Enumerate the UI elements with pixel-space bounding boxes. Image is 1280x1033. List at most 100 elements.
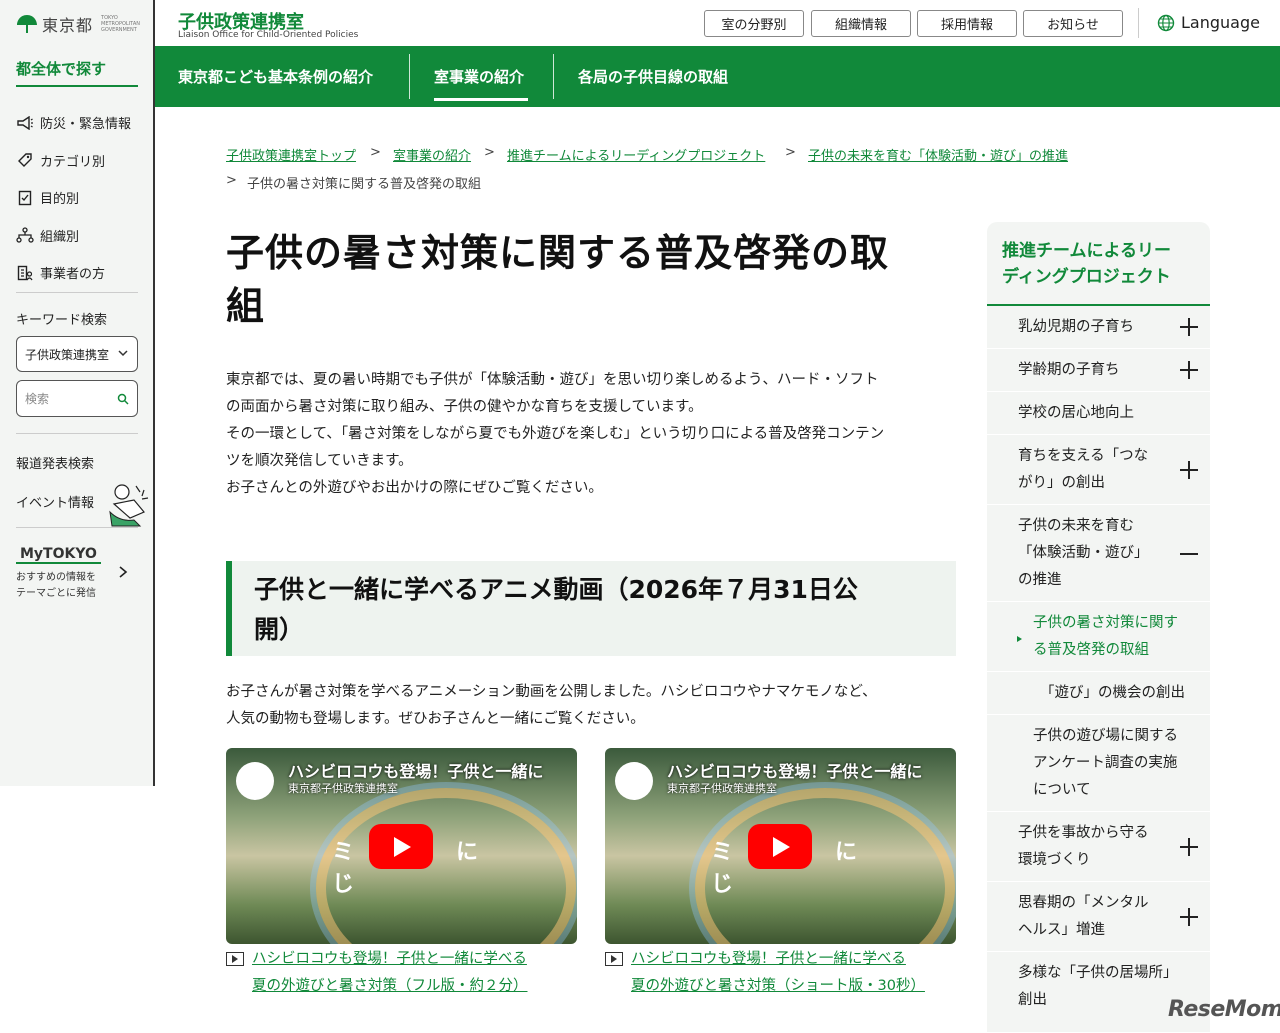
side-nav-label-line: 多様な「子供の居場所」 [1018, 965, 1178, 981]
play-button-icon[interactable] [748, 824, 812, 869]
side-nav-label: 育ちを支える「つな がり」の創出 [1018, 443, 1148, 497]
video-link-short[interactable]: ハシビロコウも登場！子供と一緒に学べる 夏の外遊びと暑さ対策（ショート版・30秒… [605, 946, 925, 1000]
left-nav-organization[interactable]: 組織別 [16, 217, 141, 255]
section-text: お子さんが暑さ対策を学べるアニメーション動画を公開しました。ハシビロコウやナマケ… [226, 679, 956, 733]
left-nav-disaster[interactable]: 防災・緊急情報 [16, 104, 141, 142]
video-channel: 東京都子供政策連携室 [288, 782, 398, 795]
side-nav-item[interactable]: 子供の遊び場に関する アンケート調査の実施 について [987, 715, 1210, 812]
breadcrumb-separator: > [484, 145, 495, 160]
scope-select[interactable]: 子供政策連携室 [16, 336, 138, 372]
video-link-line: ハシビロコウも登場！子供と一緒に学べる [631, 951, 906, 967]
search-all-heading[interactable]: 都全体で探す [16, 58, 138, 87]
side-nav-heading-line: 推進チームによるリー [1002, 241, 1171, 261]
left-nav-label: 目的別 [40, 192, 80, 208]
left-nav-label: 組織別 [40, 229, 80, 245]
section-heading-line: 子供と一緒に学べるアニメ動画（2026年７月31日公 [254, 575, 858, 604]
side-nav-label-line: の推進 [1018, 572, 1062, 588]
play-button-icon[interactable] [369, 824, 433, 869]
mytokyo-banner[interactable]: MyTOKYO おすすめの情報を テーマごとに発信 [16, 543, 128, 602]
intro-line: 東京都では、夏の暑い時期でも子供が「体験活動・遊び」を思い切り楽しめるよう、ハー… [226, 372, 879, 388]
plus-icon[interactable] [1180, 838, 1198, 856]
left-nav-label: 防災・緊急情報 [40, 117, 132, 133]
gnav-bureaus[interactable]: 各局の子供目線の取組 [578, 46, 728, 107]
breadcrumb-link[interactable]: 子供政策連携室トップ [226, 145, 356, 164]
video-embed-full[interactable]: ミズにじ ハシビロコウも登場！子供と一緒に 東京都子供政策連携室 [226, 748, 577, 944]
press-release-search-link[interactable]: 報道発表検索 [16, 453, 94, 472]
side-nav-item[interactable]: 学齢期の子育ち [987, 349, 1210, 392]
mytokyo-desc-line: テーマごとに発信 [16, 588, 96, 599]
side-nav-heading[interactable]: 推進チームによるリー ディングプロジェクト [1002, 238, 1197, 290]
page-title-line: 組 [226, 284, 266, 328]
mytokyo-desc-line: おすすめの情報を [16, 572, 96, 583]
side-nav-label: 子供の遊び場に関する アンケート調査の実施 について [1033, 723, 1178, 804]
ginkgo-icon [17, 15, 37, 33]
tokyo-logo[interactable]: 東京都 TOKYO METROPOLITAN GOVERNMENT [16, 12, 140, 36]
divider [16, 292, 138, 293]
intro-line: その一環として、「暑さ対策をしながら夏でも外遊びを楽しむ」という切り口による普及… [226, 426, 885, 442]
left-nav-category[interactable]: カテゴリ別 [16, 142, 141, 180]
mytokyo-logo: MyTOKYO [16, 546, 101, 564]
page-title-line: 子供の暑さ対策に関する普及啓発の取 [226, 231, 890, 275]
section-text-line: お子さんが暑さ対策を学べるアニメーション動画を公開しました。ハシビロコウやナマケ… [226, 684, 877, 700]
breadcrumb-link[interactable]: 室事業の紹介 [393, 145, 471, 164]
side-nav-item[interactable]: 育ちを支える「つな がり」の創出 [987, 435, 1210, 505]
side-nav-label: 子供の未来を育む 「体験活動・遊び」 の推進 [1018, 513, 1149, 594]
megaphone-icon [16, 115, 34, 131]
side-nav-item[interactable]: 子供の未来を育む 「体験活動・遊び」 の推進 [987, 505, 1210, 602]
plus-icon[interactable] [1180, 461, 1198, 479]
plus-icon[interactable] [1180, 318, 1198, 336]
side-nav-label: 子供を事故から守る 環境づくり [1018, 820, 1149, 874]
event-info-link[interactable]: イベント情報 [16, 492, 94, 511]
header-button-news[interactable]: お知らせ [1023, 10, 1123, 37]
logo-name: 東京都 [42, 16, 94, 35]
tag-icon [16, 152, 34, 168]
search-placeholder: 検索 [25, 392, 50, 406]
search-icon[interactable] [117, 393, 129, 405]
breadcrumb-link[interactable]: 推進チームによるリーディングプロジェクト [507, 145, 765, 164]
minus-icon[interactable] [1180, 545, 1198, 563]
org-chart-icon [16, 227, 34, 243]
side-nav-label-line: ヘルス」増進 [1018, 922, 1105, 938]
side-nav-item[interactable]: 子供を事故から守る 環境づくり [987, 812, 1210, 882]
side-nav-item[interactable]: 「遊び」の機会の創出 [987, 672, 1210, 715]
side-nav-label-line: 育ちを支える「つな [1018, 448, 1149, 464]
side-nav-item[interactable]: 思春期の「メンタル ヘルス」増進 [987, 882, 1210, 952]
plus-icon[interactable] [1180, 361, 1198, 379]
video-link-line: 夏の外遊びと暑さ対策（ショート版・30秒） [631, 978, 925, 994]
side-nav-label: 学校の居心地向上 [1018, 405, 1134, 421]
section-heading: 子供と一緒に学べるアニメ動画（2026年７月31日公 開） [226, 561, 956, 656]
search-input[interactable]: 検索 [16, 380, 138, 417]
plus-icon[interactable] [1180, 908, 1198, 926]
video-title: ハシビロコウも登場！子供と一緒に [667, 762, 923, 781]
side-nav-label-line: 思春期の「メンタル [1018, 895, 1149, 911]
breadcrumb-current: 子供の暑さ対策に関する普及啓発の取組 [247, 177, 482, 192]
checklist-icon [16, 190, 34, 206]
chevron-down-icon [118, 350, 128, 357]
side-nav-item[interactable]: 学校の居心地向上 [987, 392, 1210, 435]
keyword-search-title: キーワード検索 [16, 313, 108, 328]
header-button-org-info[interactable]: 組織情報 [811, 10, 911, 37]
video-link-line: 夏の外遊びと暑さ対策（フル版・約２分） [252, 978, 528, 994]
left-nav-business[interactable]: 事業者の方 [16, 254, 141, 292]
side-nav-heading-line: ディングプロジェクト [1002, 267, 1171, 287]
divider [409, 54, 410, 99]
header-button-recruit[interactable]: 採用情報 [917, 10, 1017, 37]
side-nav-label-line: る普及啓発の取組 [1033, 642, 1149, 658]
breadcrumb-link[interactable]: 子供の未来を育む「体験活動・遊び」の推進 [808, 145, 1068, 164]
left-nav-purpose[interactable]: 目的別 [16, 179, 141, 217]
video-embed-short[interactable]: ミズにじ ハシビロコウも登場！子供と一緒に 東京都子供政策連携室 [605, 748, 956, 944]
header-button-fields[interactable]: 室の分野別 [704, 10, 804, 37]
section-heading-text: 子供と一緒に学べるアニメ動画（2026年７月31日公 開） [254, 570, 944, 650]
video-icon [605, 952, 623, 966]
gnav-ordinance[interactable]: 東京都こども基本条例の紹介 [178, 46, 373, 107]
side-nav-label-line: 子供を事故から守る [1018, 825, 1149, 841]
side-nav-label: 子供の暑さ対策に関す る普及啓発の取組 [1033, 610, 1178, 664]
video-link-full[interactable]: ハシビロコウも登場！子供と一緒に学べる 夏の外遊びと暑さ対策（フル版・約２分） [226, 946, 528, 1000]
side-nav-item[interactable]: 乳幼児期の子育ち [987, 306, 1210, 349]
section-text-line: 人気の動物も登場します。ぜひお子さんと一緒にご覧ください。 [226, 711, 645, 727]
side-nav-item-current[interactable]: 子供の暑さ対策に関す る普及啓発の取組 [987, 602, 1210, 672]
globe-icon [1157, 14, 1175, 31]
mytokyo-desc: おすすめの情報を テーマごとに発信 [16, 570, 101, 602]
logo-en: TOKYO METROPOLITAN GOVERNMENT [101, 15, 140, 33]
language-button[interactable]: Language [1157, 13, 1260, 32]
